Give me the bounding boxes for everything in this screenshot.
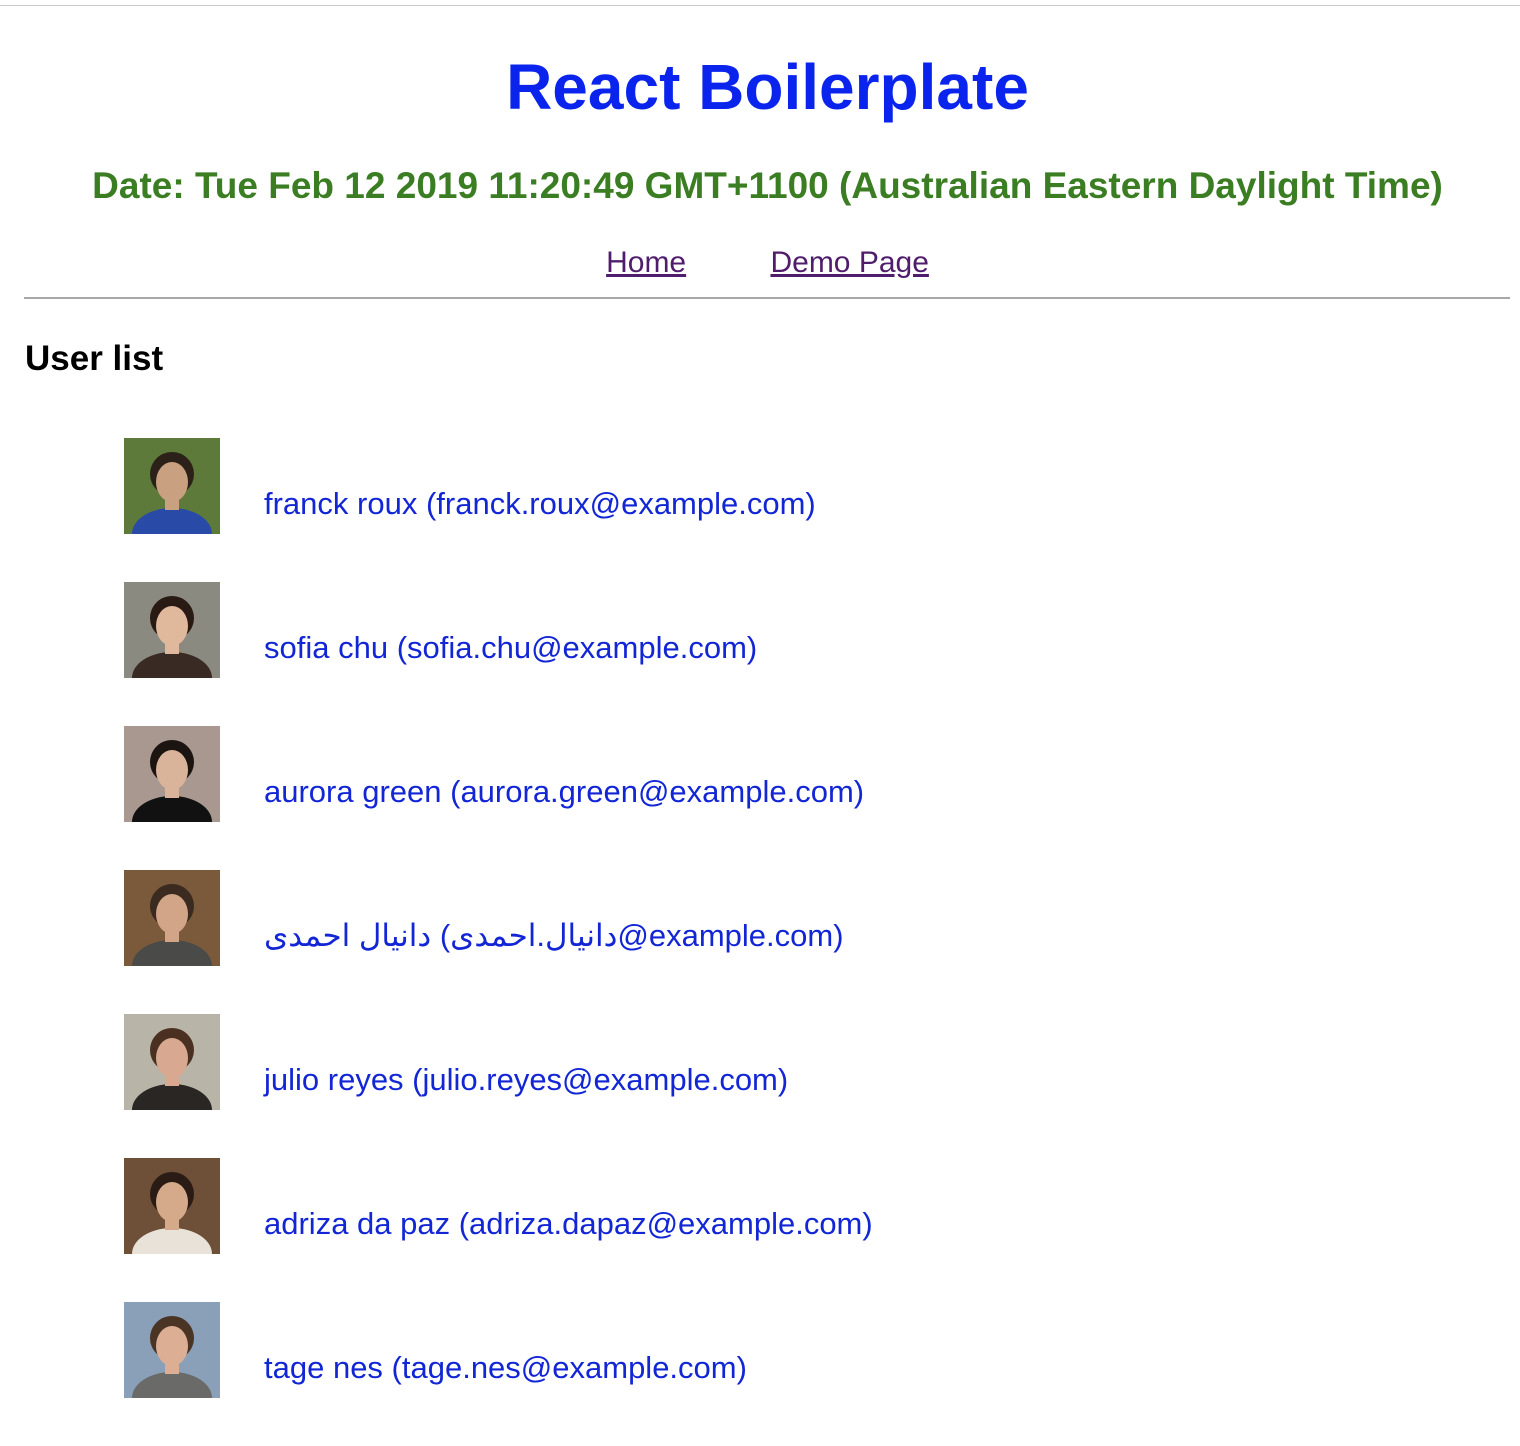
avatar [124, 582, 220, 678]
avatar [124, 1158, 220, 1254]
avatar [124, 1302, 220, 1398]
avatar [124, 870, 220, 966]
nav-link-home[interactable]: Home [606, 246, 686, 279]
date-display: Date: Tue Feb 12 2019 11:20:49 GMT+1100 … [92, 165, 1443, 206]
user-label: adriza da paz (adriza.dapaz@example.com) [264, 1206, 873, 1241]
top-border [0, 5, 1520, 6]
page-title: React Boilerplate [506, 51, 1029, 123]
user-label: franck roux (franck.roux@example.com) [264, 486, 816, 521]
user-label: sofia chu (sofia.chu@example.com) [264, 630, 758, 665]
main-nav: Home Demo Page [0, 243, 1520, 283]
nav-link-demo-page[interactable]: Demo Page [770, 246, 928, 279]
user-label: دانیال احمدی (دانیال.احمدی@example.com) [264, 918, 844, 953]
user-label: aurora green (aurora.green@example.com) [264, 774, 865, 809]
avatar [124, 1014, 220, 1110]
header-divider [24, 297, 1510, 299]
user-label: tage nes (tage.nes@example.com) [264, 1350, 747, 1385]
avatar [124, 438, 220, 534]
avatar [124, 726, 220, 822]
user-label: julio reyes (julio.reyes@example.com) [264, 1062, 789, 1097]
user-list-heading: User list [25, 339, 164, 378]
